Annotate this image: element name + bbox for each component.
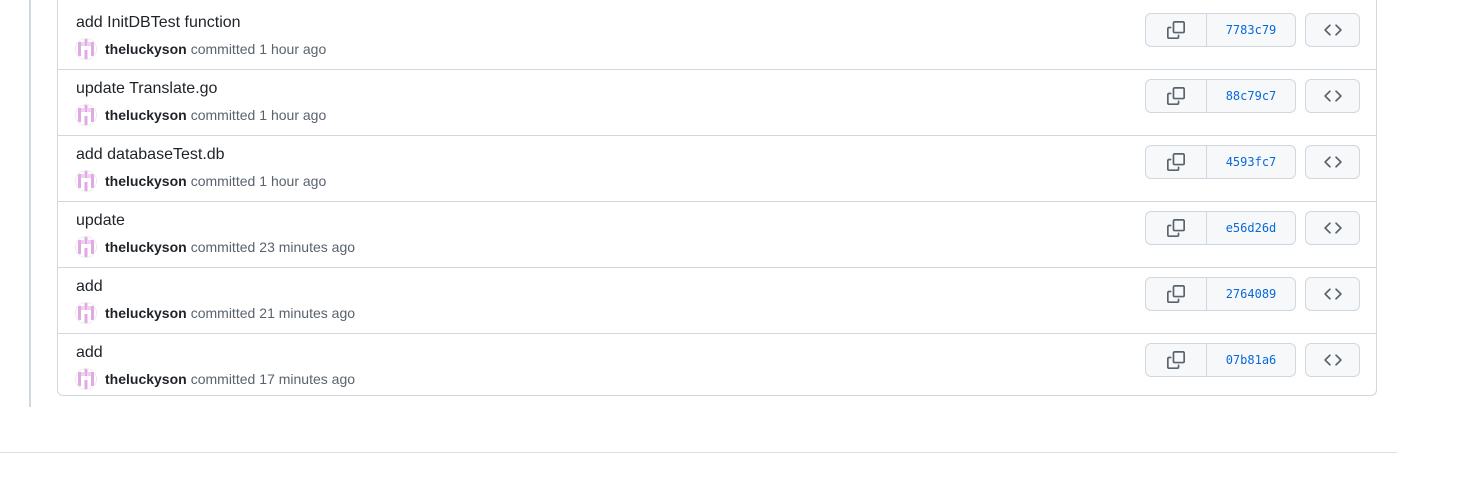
- avatar[interactable]: [76, 303, 96, 323]
- identicon-icon: [76, 369, 96, 389]
- commit-time: 1 hour ago: [259, 41, 327, 57]
- copy-icon: [1167, 219, 1185, 237]
- browse-repo-button[interactable]: [1305, 145, 1360, 179]
- commit-time: 1 hour ago: [259, 173, 327, 189]
- commit-row: add databaseTest.db theluckyson committe…: [58, 136, 1376, 202]
- commit-title-link[interactable]: add: [76, 278, 103, 296]
- commit-time: 1 hour ago: [259, 107, 327, 123]
- commit-sha-link[interactable]: 88c79c7: [1207, 80, 1295, 112]
- browse-repo-button[interactable]: [1305, 79, 1360, 113]
- commit-sha-link[interactable]: 2764089: [1207, 278, 1295, 310]
- commit-meta: theluckyson committed 1 hour ago: [76, 104, 326, 126]
- commit-sha-link[interactable]: 7783c79: [1207, 14, 1295, 46]
- copy-sha-button[interactable]: [1146, 212, 1207, 244]
- copy-icon: [1167, 87, 1185, 105]
- browse-repo-button[interactable]: [1305, 343, 1360, 377]
- commit-sha-link[interactable]: 4593fc7: [1207, 146, 1295, 178]
- commit-time: 21 minutes ago: [259, 305, 356, 321]
- commit-row: add InitDBTest function theluckyson comm…: [58, 4, 1376, 70]
- commit-time: 23 minutes ago: [259, 239, 356, 255]
- commit-title-link[interactable]: update: [76, 212, 125, 230]
- commit-row: add theluckyson committed 21 minutes ago: [58, 268, 1376, 334]
- avatar[interactable]: [76, 369, 96, 389]
- code-icon: [1323, 288, 1342, 300]
- commit-action-text: committed: [190, 371, 256, 387]
- commit-author-link[interactable]: theluckyson: [105, 107, 187, 123]
- commit-actions-group: e56d26d: [1145, 211, 1296, 245]
- code-icon: [1323, 222, 1342, 234]
- avatar[interactable]: [76, 105, 96, 125]
- code-icon: [1323, 156, 1342, 168]
- footer-divider: [0, 452, 1397, 453]
- commit-action-text: committed: [190, 305, 256, 321]
- identicon-icon: [76, 105, 96, 125]
- commit-action-text: committed: [190, 173, 256, 189]
- avatar[interactable]: [76, 237, 96, 257]
- commit-time: 17 minutes ago: [259, 371, 356, 387]
- commit-action-text: committed: [190, 107, 256, 123]
- code-icon: [1323, 24, 1342, 36]
- copy-sha-button[interactable]: [1146, 14, 1207, 46]
- commit-row: update theluckyson committed 23 minutes …: [58, 202, 1376, 268]
- commit-actions-group: 2764089: [1145, 277, 1296, 311]
- commit-list-box: add InitDBTest function theluckyson comm…: [57, 0, 1377, 396]
- timeline-line: [29, 0, 31, 407]
- copy-icon: [1167, 351, 1185, 369]
- commit-list: add InitDBTest function theluckyson comm…: [58, 4, 1376, 395]
- commit-action-text: committed: [190, 41, 256, 57]
- code-icon: [1323, 90, 1342, 102]
- commit-title-link[interactable]: add: [76, 344, 103, 362]
- commit-title-link[interactable]: add InitDBTest function: [76, 14, 241, 32]
- identicon-icon: [76, 39, 96, 59]
- commit-row: update Translate.go theluckyson committe…: [58, 70, 1376, 136]
- commit-title-link[interactable]: add databaseTest.db: [76, 146, 225, 164]
- commit-actions-group: 07b81a6: [1145, 343, 1296, 377]
- browse-repo-button[interactable]: [1305, 277, 1360, 311]
- copy-sha-button[interactable]: [1146, 146, 1207, 178]
- copy-sha-button[interactable]: [1146, 278, 1207, 310]
- commit-author-link[interactable]: theluckyson: [105, 239, 187, 255]
- identicon-icon: [76, 237, 96, 257]
- commit-meta: theluckyson committed 1 hour ago: [76, 38, 326, 60]
- commit-sha-link[interactable]: 07b81a6: [1207, 344, 1295, 376]
- commit-sha-link[interactable]: e56d26d: [1207, 212, 1295, 244]
- copy-icon: [1167, 285, 1185, 303]
- copy-icon: [1167, 153, 1185, 171]
- commit-author-link[interactable]: theluckyson: [105, 305, 187, 321]
- identicon-icon: [76, 303, 96, 323]
- copy-sha-button[interactable]: [1146, 80, 1207, 112]
- commit-meta: theluckyson committed 23 minutes ago: [76, 236, 355, 258]
- code-icon: [1323, 354, 1342, 366]
- copy-icon: [1167, 21, 1185, 39]
- commit-action-text: committed: [190, 239, 256, 255]
- commit-author-link[interactable]: theluckyson: [105, 41, 187, 57]
- browse-repo-button[interactable]: [1305, 13, 1360, 47]
- commit-meta: theluckyson committed 21 minutes ago: [76, 302, 355, 324]
- commit-actions-group: 88c79c7: [1145, 79, 1296, 113]
- commit-title-link[interactable]: update Translate.go: [76, 80, 217, 98]
- commit-actions-group: 7783c79: [1145, 13, 1296, 47]
- commit-author-link[interactable]: theluckyson: [105, 173, 187, 189]
- avatar[interactable]: [76, 39, 96, 59]
- browse-repo-button[interactable]: [1305, 211, 1360, 245]
- identicon-icon: [76, 171, 96, 191]
- commit-row: add theluckyson committed 17 minutes ago: [58, 334, 1376, 395]
- avatar[interactable]: [76, 171, 96, 191]
- commit-actions-group: 4593fc7: [1145, 145, 1296, 179]
- copy-sha-button[interactable]: [1146, 344, 1207, 376]
- commit-author-link[interactable]: theluckyson: [105, 371, 187, 387]
- commit-meta: theluckyson committed 1 hour ago: [76, 170, 326, 192]
- commit-meta: theluckyson committed 17 minutes ago: [76, 368, 355, 390]
